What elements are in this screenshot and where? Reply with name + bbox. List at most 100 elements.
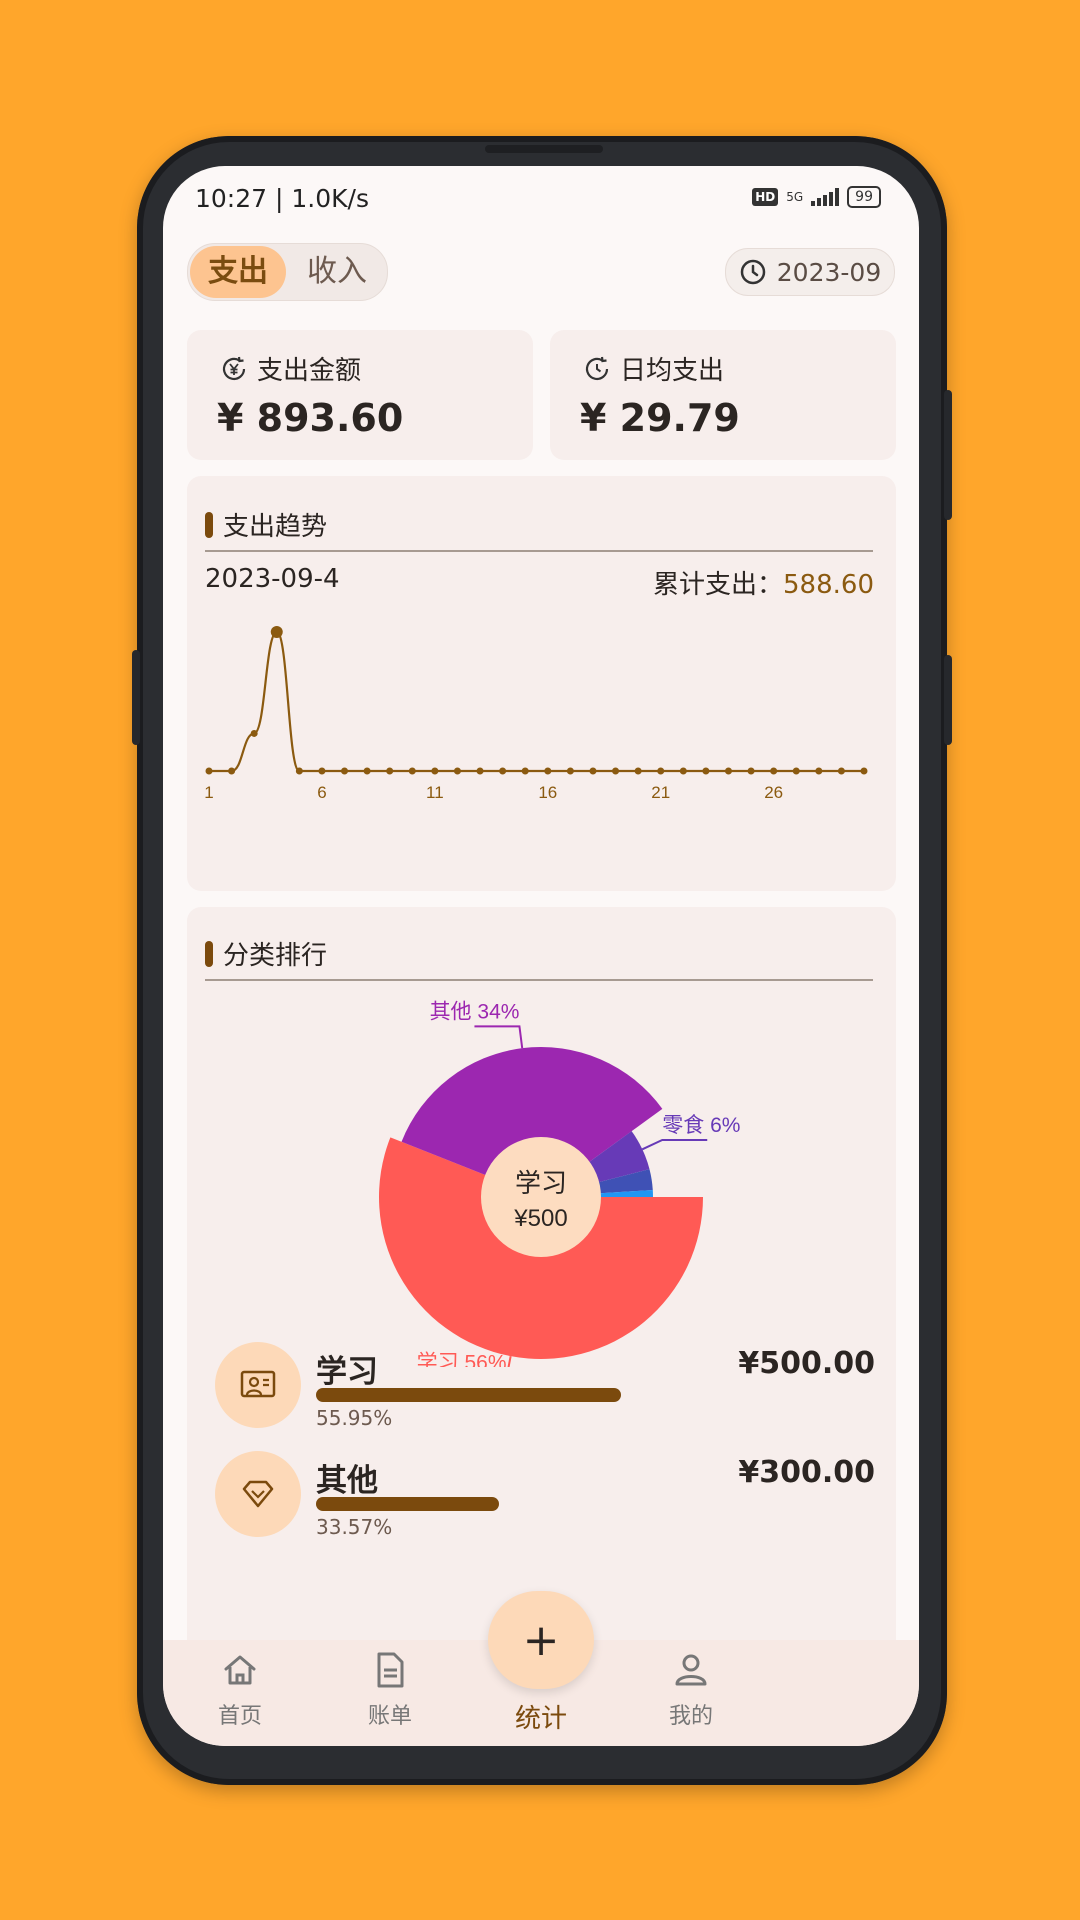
trend-point[interactable] bbox=[341, 767, 349, 775]
trend-point[interactable] bbox=[860, 767, 868, 775]
total-expense-title: 支出金额 bbox=[219, 350, 361, 387]
trend-point[interactable] bbox=[521, 767, 529, 775]
home-icon bbox=[224, 1655, 256, 1685]
month-value: 2023-09 bbox=[776, 257, 882, 287]
category-pie-chart[interactable]: 学习 56%其他 34%零食 6%学习¥500 bbox=[187, 997, 896, 1367]
trend-divider bbox=[205, 550, 873, 552]
trend-point[interactable] bbox=[363, 767, 371, 775]
category-card: 分类排行 学习 56% 其他 34% 零食 6% 学习 ¥500 学习 ¥500.00 … bbox=[187, 907, 896, 1667]
document-icon bbox=[377, 1652, 404, 1688]
pie-leader-line bbox=[641, 1138, 708, 1151]
total-expense-label: 支出金额 bbox=[257, 356, 362, 386]
trend-card: 支出趋势 2023-09-4 累计支出：588.60 1 6 11 16 21 26 bbox=[187, 476, 896, 891]
daily-expense-label: 日均支出 bbox=[620, 356, 725, 386]
trend-tick-label: 21 bbox=[651, 783, 670, 802]
trend-point[interactable] bbox=[657, 767, 665, 775]
section-marker bbox=[205, 511, 213, 538]
nav-bills[interactable]: 账单 bbox=[340, 1650, 440, 1730]
rank-percent: 33.57% bbox=[316, 1515, 393, 1539]
trend-point[interactable] bbox=[205, 767, 213, 775]
trend-point[interactable] bbox=[724, 767, 732, 775]
trend-selected-date: 2023-09-4 bbox=[205, 564, 340, 594]
clock-refresh-icon bbox=[585, 356, 609, 380]
trend-tick-label: 11 bbox=[426, 783, 444, 802]
total-expense-card: 支出金额 ¥ 893.60 bbox=[187, 330, 533, 460]
trend-point[interactable] bbox=[250, 729, 258, 737]
network-type: 5G bbox=[786, 190, 804, 204]
category-title: 分类排行 bbox=[205, 935, 327, 972]
trend-point[interactable] bbox=[612, 767, 620, 775]
trend-cumulative-label: 累计支出： bbox=[653, 570, 784, 600]
study-board-icon bbox=[215, 1342, 301, 1428]
daily-expense-value: ¥ 29.79 bbox=[580, 396, 740, 440]
clock-icon bbox=[740, 259, 766, 285]
trend-point[interactable] bbox=[566, 767, 574, 775]
hd-icon: HD bbox=[752, 188, 779, 206]
trend-point[interactable] bbox=[792, 767, 800, 775]
trend-point[interactable] bbox=[295, 767, 303, 775]
category-divider bbox=[205, 979, 873, 981]
category-title-text: 分类排行 bbox=[223, 941, 328, 971]
total-expense-value: ¥ 893.60 bbox=[217, 396, 404, 440]
rank-row-study[interactable]: 学习 ¥500.00 55.95% bbox=[215, 1342, 875, 1442]
daily-expense-card: 日均支出 ¥ 29.79 bbox=[550, 330, 896, 460]
trend-cumulative-value: 588.60 bbox=[783, 570, 874, 600]
rank-amount: ¥500.00 bbox=[738, 1346, 875, 1381]
nav-stats-label: 统计 bbox=[514, 1704, 567, 1734]
user-icon bbox=[675, 1654, 707, 1686]
rank-progress-bar bbox=[316, 1388, 621, 1402]
nav-home[interactable]: 首页 bbox=[190, 1650, 290, 1730]
trend-series-line bbox=[209, 630, 864, 773]
trend-point[interactable] bbox=[386, 767, 394, 775]
power-button bbox=[944, 390, 952, 520]
trend-point[interactable] bbox=[499, 767, 507, 775]
trend-title: 支出趋势 bbox=[205, 506, 327, 543]
trend-point[interactable] bbox=[431, 767, 439, 775]
trend-point[interactable] bbox=[544, 767, 552, 775]
trend-point[interactable] bbox=[228, 767, 236, 775]
rank-name: 学习 bbox=[316, 1354, 378, 1390]
trend-cumulative: 累计支出：588.60 bbox=[653, 564, 874, 601]
trend-line-chart[interactable]: 1 6 11 16 21 26 bbox=[187, 616, 896, 816]
trend-point[interactable] bbox=[318, 767, 326, 775]
rank-progress-bar bbox=[316, 1497, 499, 1511]
trend-title-text: 支出趋势 bbox=[223, 512, 328, 542]
month-picker[interactable]: 2023-09 bbox=[725, 248, 895, 296]
trend-point[interactable] bbox=[634, 767, 642, 775]
trend-point[interactable] bbox=[476, 767, 484, 775]
signal-icon bbox=[811, 188, 840, 206]
nav-bills-label: 账单 bbox=[367, 1704, 412, 1729]
app-screen: 10:27 | 1.0K/s HD 5G 99 支出 收入 2023-09 支出… bbox=[163, 166, 919, 1746]
pie-center-label: 学习 bbox=[515, 1168, 567, 1198]
nav-mine[interactable]: 我的 bbox=[641, 1650, 741, 1730]
add-record-button[interactable]: + bbox=[488, 1591, 594, 1689]
trend-point[interactable] bbox=[815, 767, 823, 775]
trend-point[interactable] bbox=[702, 767, 710, 775]
rank-name: 其他 bbox=[316, 1463, 378, 1499]
trend-point[interactable] bbox=[589, 767, 597, 775]
trend-point[interactable] bbox=[453, 767, 461, 775]
trend-point[interactable] bbox=[747, 767, 755, 775]
tab-expense[interactable]: 支出 bbox=[190, 246, 286, 298]
pie-slice-label: 其他 34% bbox=[430, 1000, 520, 1023]
rank-row-other[interactable]: 其他 ¥300.00 33.57% bbox=[215, 1451, 875, 1551]
rank-percent: 55.95% bbox=[316, 1406, 393, 1430]
nav-mine-label: 我的 bbox=[668, 1704, 713, 1729]
tab-income[interactable]: 收入 bbox=[294, 244, 380, 300]
trend-point[interactable] bbox=[270, 626, 283, 638]
trend-point[interactable] bbox=[679, 767, 687, 775]
trend-point[interactable] bbox=[837, 767, 845, 775]
daily-expense-title: 日均支出 bbox=[582, 350, 724, 387]
pie-leader-line bbox=[474, 1025, 524, 1049]
pie-center-value: ¥500 bbox=[513, 1205, 567, 1232]
volume-button bbox=[944, 655, 952, 745]
nav-home-label: 首页 bbox=[217, 1704, 262, 1729]
trend-point[interactable] bbox=[408, 767, 416, 775]
speaker-grille bbox=[485, 145, 603, 153]
trend-point[interactable] bbox=[770, 767, 778, 775]
trend-tick-label: 1 bbox=[204, 783, 213, 802]
battery-icon: 99 bbox=[847, 186, 881, 208]
trend-tick-label: 6 bbox=[317, 783, 326, 802]
trend-tick-label: 26 bbox=[764, 783, 783, 802]
status-bar: 10:27 | 1.0K/s HD 5G 99 bbox=[163, 166, 919, 236]
